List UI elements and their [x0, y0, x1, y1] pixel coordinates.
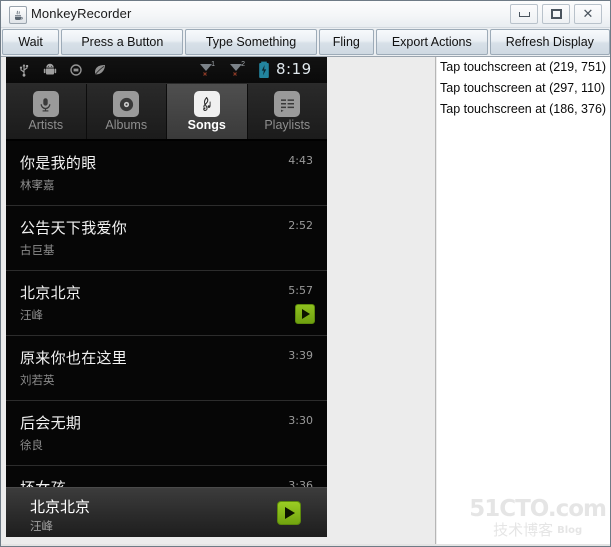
title-bar: MonkeyRecorder ✕: [1, 1, 610, 28]
song-artist: 林宯嘉: [20, 178, 55, 192]
close-button[interactable]: ✕: [574, 4, 602, 24]
song-duration: 4:43: [288, 154, 313, 167]
now-playing-artist: 汪峰: [30, 519, 53, 533]
song-title: 北京北京: [20, 284, 82, 302]
press-a-button-button[interactable]: Press a Button: [61, 29, 184, 55]
list-item[interactable]: Tap touchscreen at (219, 751): [437, 57, 610, 78]
toolbar: Wait Press a Button Type Something Fling…: [1, 28, 611, 57]
status-bar-clock: 8:19: [276, 60, 312, 78]
close-icon: ✕: [582, 6, 594, 22]
list-icon: [274, 91, 301, 118]
tab-albums-label: Albums: [105, 118, 148, 133]
action-list-panel[interactable]: Tap touchscreen at (219, 751) Tap touchs…: [437, 57, 610, 546]
song-duration: 3:30: [288, 414, 313, 427]
tab-albums[interactable]: Albums: [86, 84, 167, 139]
battery-charging-icon: [258, 61, 270, 79]
refresh-display-button[interactable]: Refresh Display: [489, 29, 611, 55]
wait-button[interactable]: Wait: [2, 29, 60, 55]
export-actions-button[interactable]: Export Actions: [376, 29, 488, 55]
song-title: 公告天下我爱你: [20, 219, 128, 237]
android-status-bar: 1 2 8:19: [6, 57, 327, 84]
song-duration: 5:57: [288, 284, 313, 297]
list-item[interactable]: Tap touchscreen at (186, 376): [437, 99, 610, 120]
window-title: MonkeyRecorder: [31, 6, 132, 21]
song-row[interactable]: 原来你也在这里 刘若英 3:39: [6, 336, 327, 401]
song-artist: 汪峰: [20, 308, 43, 322]
application-window: MonkeyRecorder ✕ Wait Press a Button Typ…: [0, 0, 611, 547]
treble-clef-icon: [193, 91, 220, 118]
now-playing-bar[interactable]: 北京北京 汪峰: [6, 487, 327, 537]
watermark-line1: 51CTO.com: [469, 496, 607, 522]
song-row[interactable]: 坏女孩 ELLA陈嘉桦 3:36: [6, 466, 327, 487]
device-screen[interactable]: 1 2 8:19 Artists Albums Songs Playlists …: [6, 57, 327, 537]
song-duration: 3:36: [288, 479, 313, 487]
watermark-blog-text: Blog: [557, 525, 583, 536]
now-playing-indicator-icon: [295, 304, 315, 324]
tab-artists[interactable]: Artists: [6, 84, 87, 139]
tab-artists-label: Artists: [28, 118, 64, 133]
sim1-label: 1: [211, 61, 215, 68]
song-row[interactable]: 你是我的眼 林宯嘉 4:43: [6, 141, 327, 206]
java-coffee-cup-icon: [9, 6, 27, 24]
tab-playlists[interactable]: Playlists: [247, 84, 327, 139]
sim2-label: 2: [241, 61, 245, 68]
type-something-button[interactable]: Type Something: [185, 29, 317, 55]
disc-icon: [113, 91, 140, 118]
song-row[interactable]: 公告天下我爱你 古巨基 2:52: [6, 206, 327, 271]
minimize-button[interactable]: [510, 4, 538, 24]
microphone-icon: [32, 91, 59, 118]
song-title: 原来你也在这里: [20, 349, 128, 367]
song-artist: 刘若英: [20, 373, 55, 387]
android-robot-icon: [42, 62, 58, 78]
now-playing-title: 北京北京: [30, 498, 91, 516]
maximize-icon: [550, 9, 562, 19]
song-title: 坏女孩: [20, 477, 66, 487]
circle-icon: [68, 62, 84, 78]
watermark-line2-text: 技术博客: [493, 521, 554, 539]
tab-playlists-label: Playlists: [264, 118, 311, 133]
song-row[interactable]: 北京北京 汪峰 5:57: [6, 271, 327, 336]
library-tabs: Artists Albums Songs Playlists: [6, 84, 327, 141]
song-duration: 2:52: [288, 219, 313, 232]
leaf-icon: [92, 62, 108, 78]
maximize-button[interactable]: [542, 4, 570, 24]
content-area: 1 2 8:19 Artists Albums Songs Playlists …: [1, 57, 610, 546]
signal-sim2-icon: 2: [228, 61, 245, 79]
song-title: 你是我的眼: [20, 154, 97, 172]
song-list[interactable]: 你是我的眼 林宯嘉 4:43 公告天下我爱你 古巨基 2:52 北京北京 汪峰 …: [6, 141, 327, 487]
song-title: 后会无期: [20, 414, 82, 432]
watermark: 51CTO.com 技术博客 Blog: [469, 496, 607, 540]
song-artist: 古巨基: [20, 243, 55, 257]
play-icon[interactable]: [277, 501, 301, 525]
usb-icon: [16, 62, 32, 78]
tab-songs[interactable]: Songs: [167, 84, 248, 139]
minimize-icon: [518, 11, 530, 17]
song-duration: 3:39: [288, 349, 313, 362]
window-bottom-edge: [1, 544, 610, 546]
fling-button[interactable]: Fling: [318, 29, 375, 55]
song-row[interactable]: 后会无期 徐良 3:30: [6, 401, 327, 466]
list-item[interactable]: Tap touchscreen at (297, 110): [437, 78, 610, 99]
filler-panel: [327, 57, 436, 546]
watermark-line2: 技术博客 Blog: [469, 521, 606, 540]
signal-sim1-icon: 1: [198, 61, 215, 79]
song-artist: 徐良: [20, 438, 43, 452]
tab-songs-label: Songs: [187, 118, 226, 133]
